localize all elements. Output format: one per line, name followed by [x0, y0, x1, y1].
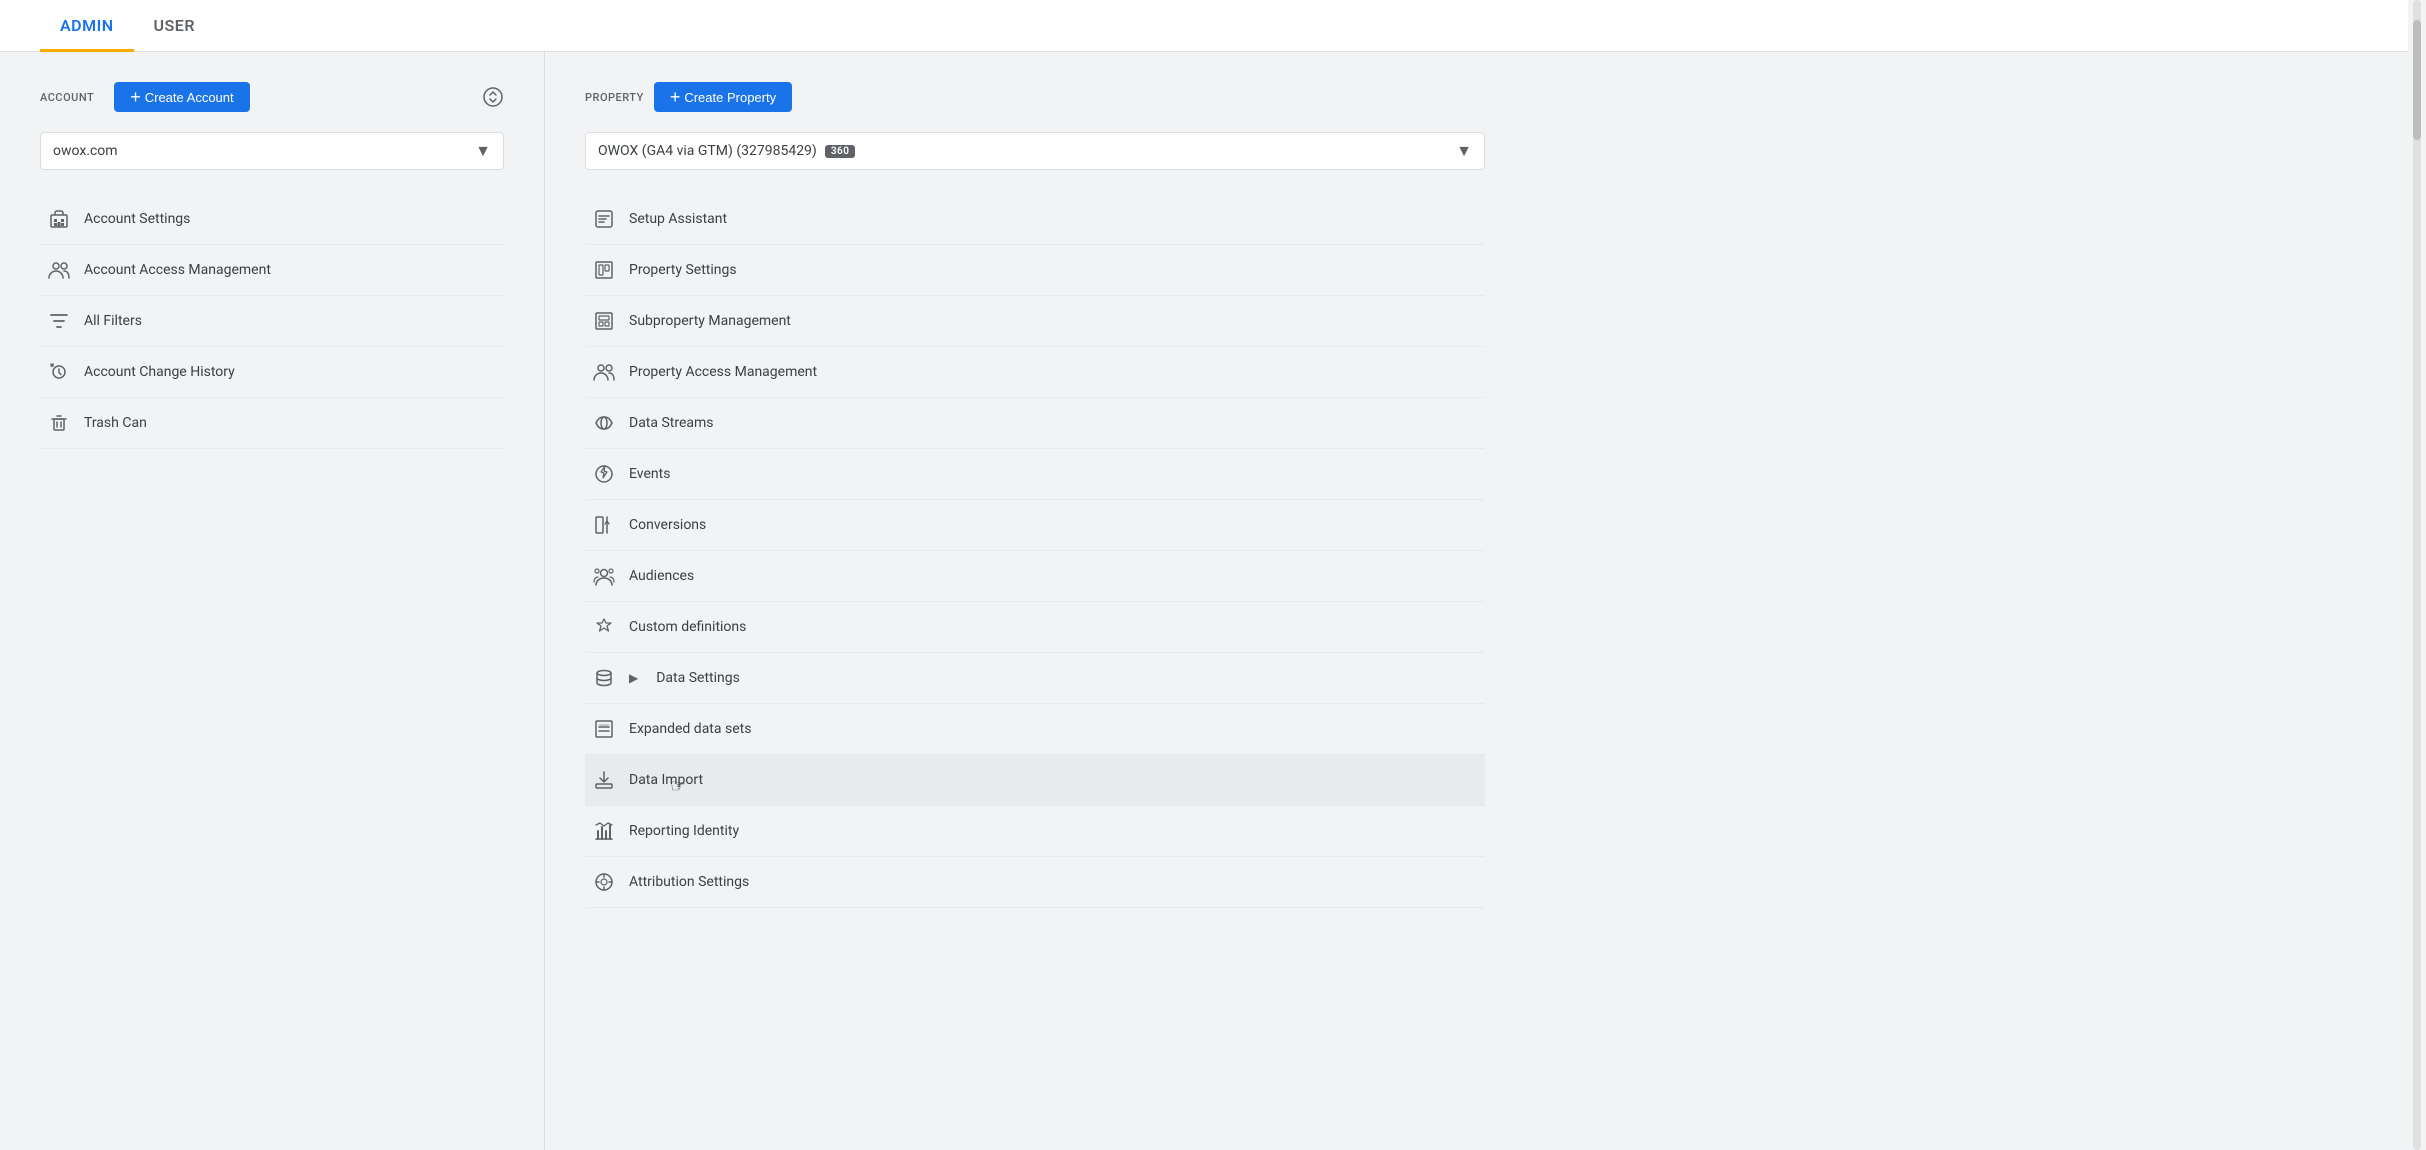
create-account-button[interactable]: + Create Account [114, 82, 249, 112]
sidebar-item-data-settings[interactable]: ▶ Data Settings [585, 653, 1485, 704]
property-access-management-label: Property Access Management [629, 364, 817, 380]
account-label: Account [40, 91, 94, 104]
top-nav: ADMIN USER [0, 0, 2426, 52]
account-change-history-label: Account Change History [84, 364, 235, 380]
filter-icon [48, 310, 70, 332]
sidebar-item-audiences[interactable]: Audiences [585, 551, 1485, 602]
property-panel: Property + Create Property OWOX (GA4 via… [545, 52, 2426, 1150]
property-menu: Setup Assistant Property Settings [585, 194, 1485, 908]
sidebar-item-events[interactable]: Events [585, 449, 1485, 500]
sidebar-item-expanded-data-sets[interactable]: Expanded data sets [585, 704, 1485, 755]
account-dropdown-arrow: ▼ [475, 141, 491, 161]
events-icon [593, 463, 615, 485]
property-label: Property [585, 91, 644, 104]
property-settings-label: Property Settings [629, 262, 737, 278]
property-dropdown-arrow: ▼ [1456, 141, 1472, 161]
subproperty-management-label: Subproperty Management [629, 313, 791, 329]
custom-definitions-label: Custom definitions [629, 619, 746, 635]
expanded-data-icon [593, 718, 615, 740]
all-filters-label: All Filters [84, 313, 142, 329]
data-settings-label: Data Settings [656, 670, 740, 686]
data-streams-label: Data Streams [629, 415, 714, 431]
data-import-label: Data Import [629, 772, 703, 788]
data-settings-expand-arrow: ▶ [629, 671, 638, 685]
sidebar-item-account-change-history[interactable]: Account Change History [40, 347, 504, 398]
property-section-header: Property + Create Property [585, 82, 2366, 112]
account-panel: Account + Create Account owox.com ▼ [0, 52, 545, 1150]
tab-user[interactable]: USER [134, 0, 215, 52]
account-settings-label: Account Settings [84, 211, 190, 227]
audiences-icon [593, 565, 615, 587]
expanded-data-sets-label: Expanded data sets [629, 721, 751, 737]
sidebar-item-data-import[interactable]: Data Import ☞ [585, 755, 1485, 806]
conversions-label: Conversions [629, 517, 706, 533]
account-selected-value: owox.com [53, 143, 118, 159]
sidebar-item-attribution-settings[interactable]: Attribution Settings [585, 857, 1485, 908]
sidebar-item-property-access-management[interactable]: Property Access Management [585, 347, 1485, 398]
sidebar-item-property-settings[interactable]: Property Settings [585, 245, 1485, 296]
sidebar-item-reporting-identity[interactable]: Reporting Identity [585, 806, 1485, 857]
setup-assistant-label: Setup Assistant [629, 211, 727, 227]
property-selected-wrapper: OWOX (GA4 via GTM) (327985429) 360 [598, 143, 855, 159]
create-property-button[interactable]: + Create Property [654, 82, 792, 112]
property-access-icon [593, 361, 615, 383]
sidebar-item-custom-definitions[interactable]: Custom definitions [585, 602, 1485, 653]
account-menu: Account Settings Account Access Manageme… [40, 194, 504, 449]
custom-definitions-icon [593, 616, 615, 638]
sidebar-item-setup-assistant[interactable]: Setup Assistant [585, 194, 1485, 245]
sidebar-item-account-access-management[interactable]: Account Access Management [40, 245, 504, 296]
attribution-icon [593, 871, 615, 893]
trash-icon [48, 412, 70, 434]
trash-can-label: Trash Can [84, 415, 147, 431]
reporting-icon [593, 820, 615, 842]
setup-icon [593, 208, 615, 230]
events-label: Events [629, 466, 670, 482]
reporting-identity-label: Reporting Identity [629, 823, 739, 839]
property-dropdown[interactable]: OWOX (GA4 via GTM) (327985429) 360 ▼ [585, 132, 1485, 170]
account-dropdown[interactable]: owox.com ▼ [40, 132, 504, 170]
property-badge: 360 [825, 145, 856, 158]
sidebar-item-trash-can[interactable]: Trash Can [40, 398, 504, 449]
conversions-icon [593, 514, 615, 536]
scrollbar-area[interactable] [2408, 0, 2426, 1150]
main-content: Account + Create Account owox.com ▼ [0, 52, 2426, 1150]
property-settings-icon [593, 259, 615, 281]
subproperty-icon [593, 310, 615, 332]
sidebar-item-all-filters[interactable]: All Filters [40, 296, 504, 347]
sidebar-item-subproperty-management[interactable]: Subproperty Management [585, 296, 1485, 347]
account-section-header: Account + Create Account [40, 82, 504, 112]
data-settings-icon [593, 667, 615, 689]
collapse-icon[interactable] [482, 86, 504, 108]
data-import-icon [593, 769, 615, 791]
sidebar-item-data-streams[interactable]: Data Streams [585, 398, 1485, 449]
create-property-label: Create Property [684, 90, 776, 105]
plus-icon: + [130, 88, 141, 106]
create-account-label: Create Account [145, 90, 234, 105]
plus-icon-property: + [670, 88, 681, 106]
audiences-label: Audiences [629, 568, 694, 584]
data-streams-icon [593, 412, 615, 434]
sidebar-item-account-settings[interactable]: Account Settings [40, 194, 504, 245]
people-icon [48, 259, 70, 281]
attribution-settings-label: Attribution Settings [629, 874, 749, 890]
history-icon [48, 361, 70, 383]
scrollbar-track [2413, 0, 2421, 1150]
account-access-management-label: Account Access Management [84, 262, 271, 278]
sidebar-item-conversions[interactable]: Conversions [585, 500, 1485, 551]
tab-admin[interactable]: ADMIN [40, 0, 134, 52]
building-icon [48, 208, 70, 230]
scrollbar-thumb[interactable] [2413, 20, 2421, 140]
property-selected-value: OWOX (GA4 via GTM) (327985429) [598, 143, 817, 159]
